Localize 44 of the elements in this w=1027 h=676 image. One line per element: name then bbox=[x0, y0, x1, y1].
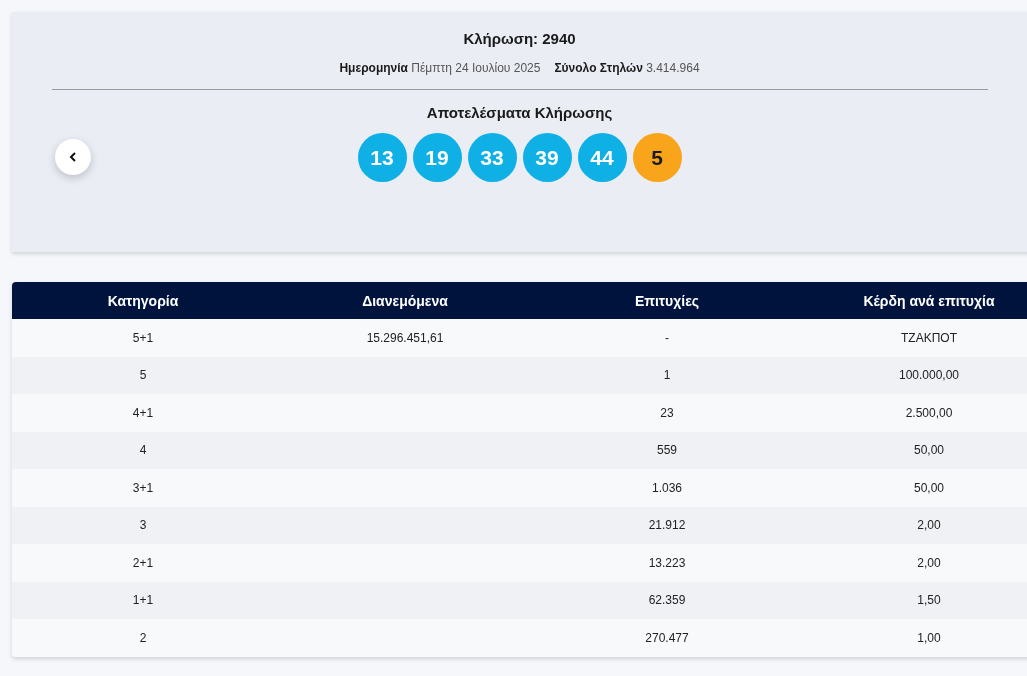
table-cell-text: 50,00 bbox=[913, 480, 945, 495]
table-cell-text: 2.500,00 bbox=[904, 405, 954, 420]
number-ball: 19 bbox=[412, 133, 462, 182]
number-ball: 44 bbox=[577, 133, 627, 182]
table-cell-text: ΤΖΑΚΠΟΤ bbox=[900, 330, 958, 345]
back-button[interactable] bbox=[55, 139, 91, 175]
table-cell-text: 2+1 bbox=[131, 555, 155, 570]
table-cell-text: 1+1 bbox=[131, 593, 155, 608]
chevron-left-icon bbox=[69, 152, 77, 162]
table-cell-text: 2 bbox=[138, 630, 148, 645]
table-cell-text: 1 bbox=[662, 368, 672, 383]
table-cell-text: 5+1 bbox=[131, 330, 155, 345]
table-cell-text: 21.912 bbox=[647, 518, 687, 533]
draw-meta: Σύνολο Στηλών 3.414.964 bbox=[554, 61, 700, 75]
table-cell-text: 4 bbox=[138, 443, 148, 458]
table-cell-text: 2,00 bbox=[916, 518, 942, 533]
table-cell-text: 4+1 bbox=[131, 405, 155, 420]
column-header: Κέρδη ανά επιτυχία bbox=[862, 292, 996, 309]
results-title: Αποτελέσματα Κλήρωσης bbox=[426, 104, 613, 121]
column-header: Διανεμόμενα bbox=[361, 292, 449, 309]
draw-meta: Ημερομηνία Πέμπτη 24 Ιουλίου 2025 bbox=[339, 61, 541, 75]
draw-title: Κλήρωση: 2940 bbox=[463, 30, 576, 47]
table-cell-text: - bbox=[664, 330, 670, 345]
table-cell-text: 13.223 bbox=[647, 555, 687, 570]
table-cell-text: 1,00 bbox=[916, 630, 942, 645]
column-header: Επιτυχίες bbox=[633, 292, 701, 309]
table-cell-text: 559 bbox=[656, 443, 678, 458]
table-cell-text: 15.296.451,61 bbox=[365, 330, 445, 345]
number-ball: 39 bbox=[522, 133, 572, 182]
table-cell-text: 62.359 bbox=[647, 593, 687, 608]
number-ball: 13 bbox=[357, 133, 407, 182]
table-cell-text: 1,50 bbox=[916, 593, 942, 608]
column-header: Κατηγορία bbox=[106, 292, 180, 309]
table-cell-text: 270.477 bbox=[644, 630, 690, 645]
table-cell-text: 50,00 bbox=[913, 443, 945, 458]
table-cell-text: 5 bbox=[138, 368, 148, 383]
table-cell-text: 1.036 bbox=[651, 480, 683, 495]
table-cell-text: 100.000,00 bbox=[897, 368, 961, 383]
number-ball: 33 bbox=[467, 133, 517, 182]
table-cell-text: 3 bbox=[138, 518, 148, 533]
table-cell-text: 23 bbox=[659, 405, 675, 420]
table-cell-text: 2,00 bbox=[916, 555, 942, 570]
table-cell-text: 3+1 bbox=[131, 480, 155, 495]
bonus-ball: 5 bbox=[632, 133, 682, 182]
